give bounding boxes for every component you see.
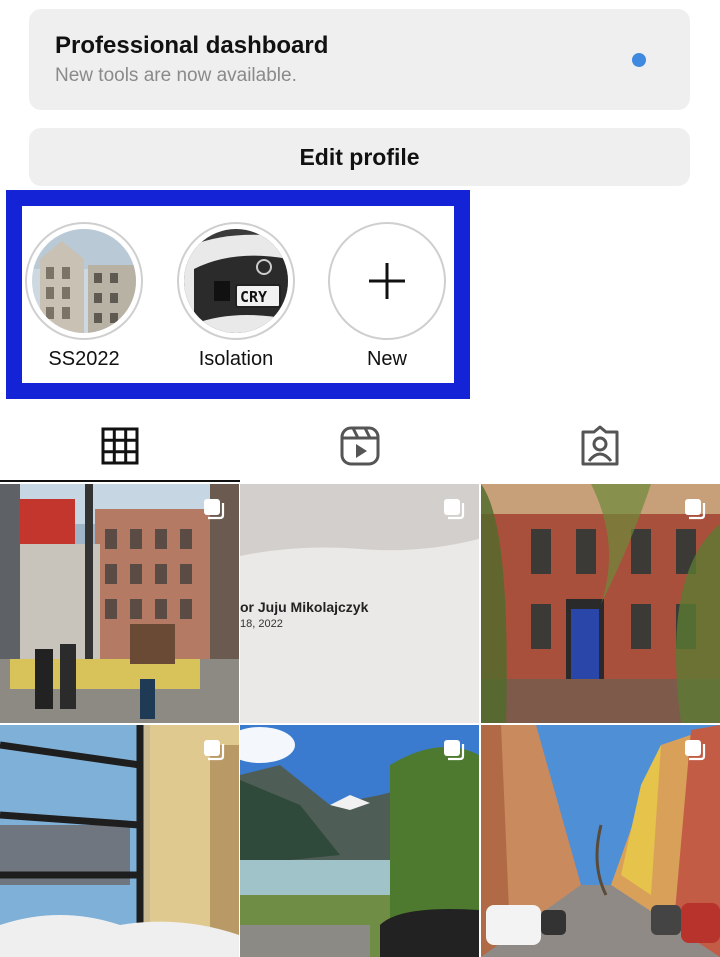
highlight-cover (25, 222, 143, 340)
highlight-new[interactable]: New (328, 222, 446, 371)
post-thumbnail[interactable] (481, 725, 720, 957)
post-thumbnail[interactable] (481, 484, 720, 723)
profile-tabs (0, 410, 720, 482)
highlight-label: Isolation (198, 348, 274, 370)
document-text-name: or Juju Mikolajczyk (240, 599, 369, 615)
dashboard-subtitle: New tools are now available. (55, 65, 297, 86)
multiple-photos-icon (204, 740, 225, 761)
tab-posts-grid[interactable] (0, 410, 240, 482)
multiple-photos-icon (444, 740, 465, 761)
highlight-cover: CRY (177, 222, 295, 340)
reels-icon (340, 426, 380, 466)
building-photo (32, 229, 136, 333)
edit-profile-button[interactable]: Edit profile (29, 128, 690, 186)
post-thumbnail[interactable] (0, 725, 239, 957)
notification-dot (632, 53, 646, 67)
multiple-photos-icon (685, 740, 706, 761)
post-thumbnail[interactable]: or Juju Mikolajczyk 18, 2022 (240, 484, 479, 723)
post-thumbnail[interactable] (0, 484, 239, 723)
selected-tab-indicator (0, 480, 240, 482)
professional-dashboard-card[interactable]: Professional dashboard New tools are now… (29, 9, 690, 110)
new-highlight-circle (328, 222, 446, 340)
dashboard-title: Professional dashboard (55, 32, 329, 59)
multiple-photos-icon (204, 499, 225, 520)
tagged-person-icon (581, 425, 619, 466)
tab-reels[interactable] (240, 410, 480, 482)
svg-text:CRY: CRY (240, 288, 267, 306)
highlight-label: New (366, 348, 407, 370)
car-front-photo: CRY (184, 229, 288, 333)
highlight-isolation[interactable]: CRY Isolation (177, 222, 295, 371)
highlight-ss2022[interactable]: SS2022 (25, 222, 143, 371)
tab-tagged[interactable] (480, 410, 720, 482)
multiple-photos-icon (444, 499, 465, 520)
grid-icon (101, 427, 139, 465)
post-thumbnail[interactable] (240, 725, 479, 957)
plus-icon (369, 263, 405, 299)
document-text-date: 18, 2022 (240, 618, 283, 630)
highlight-label: SS2022 (48, 348, 120, 370)
multiple-photos-icon (685, 499, 706, 520)
